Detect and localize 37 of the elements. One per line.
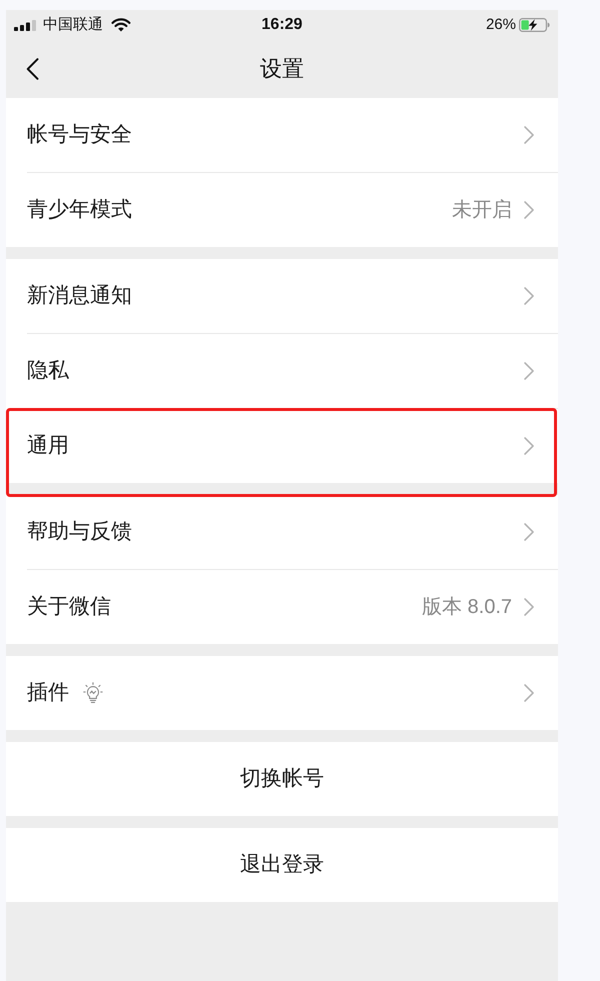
- row-label: 青少年模式: [27, 197, 132, 223]
- battery-percent: 26%: [486, 16, 516, 34]
- settings-row[interactable]: 新消息通知: [6, 259, 558, 333]
- row-value: 未开启: [452, 198, 512, 223]
- row-label: 隐私: [27, 358, 69, 384]
- status-time: 16:29: [262, 15, 302, 35]
- wifi-icon: [111, 18, 131, 32]
- settings-row[interactable]: 帐号与安全: [6, 98, 558, 172]
- battery-icon: [519, 18, 550, 32]
- chevron-icon: [524, 598, 534, 616]
- row-label: 插件: [27, 680, 69, 706]
- chevron-icon: [524, 684, 534, 702]
- settings-row[interactable]: 插件: [6, 656, 558, 730]
- row-label: 关于微信: [27, 594, 111, 620]
- chevron-icon: [524, 201, 534, 219]
- row-label: 通用: [27, 433, 69, 459]
- chevron-icon: [524, 362, 534, 380]
- chevron-icon: [524, 523, 534, 541]
- chevron-icon: [524, 437, 534, 455]
- row-label: 帮助与反馈: [27, 519, 132, 545]
- chevron-icon: [524, 287, 534, 305]
- settings-row[interactable]: 帮助与反馈: [6, 495, 558, 569]
- settings-row[interactable]: 隐私: [6, 334, 558, 408]
- page-title: 设置: [260, 55, 304, 83]
- back-icon: [26, 58, 39, 80]
- settings-row[interactable]: 青少年模式 未开启: [6, 173, 558, 247]
- row-label: 帐号与安全: [27, 122, 132, 148]
- row-value: 版本 8.0.7: [422, 595, 512, 620]
- row-label: 新消息通知: [27, 283, 132, 309]
- action-button[interactable]: 退出登录: [6, 828, 558, 902]
- action-button[interactable]: 切换帐号: [6, 742, 558, 816]
- signal-icon: [14, 20, 36, 30]
- carrier-name: 中国联通: [43, 16, 103, 34]
- chevron-icon: [524, 126, 534, 144]
- light-bulb-icon: [83, 682, 103, 704]
- settings-row[interactable]: 通用: [6, 409, 558, 483]
- settings-row[interactable]: 关于微信 版本 8.0.7: [6, 570, 558, 644]
